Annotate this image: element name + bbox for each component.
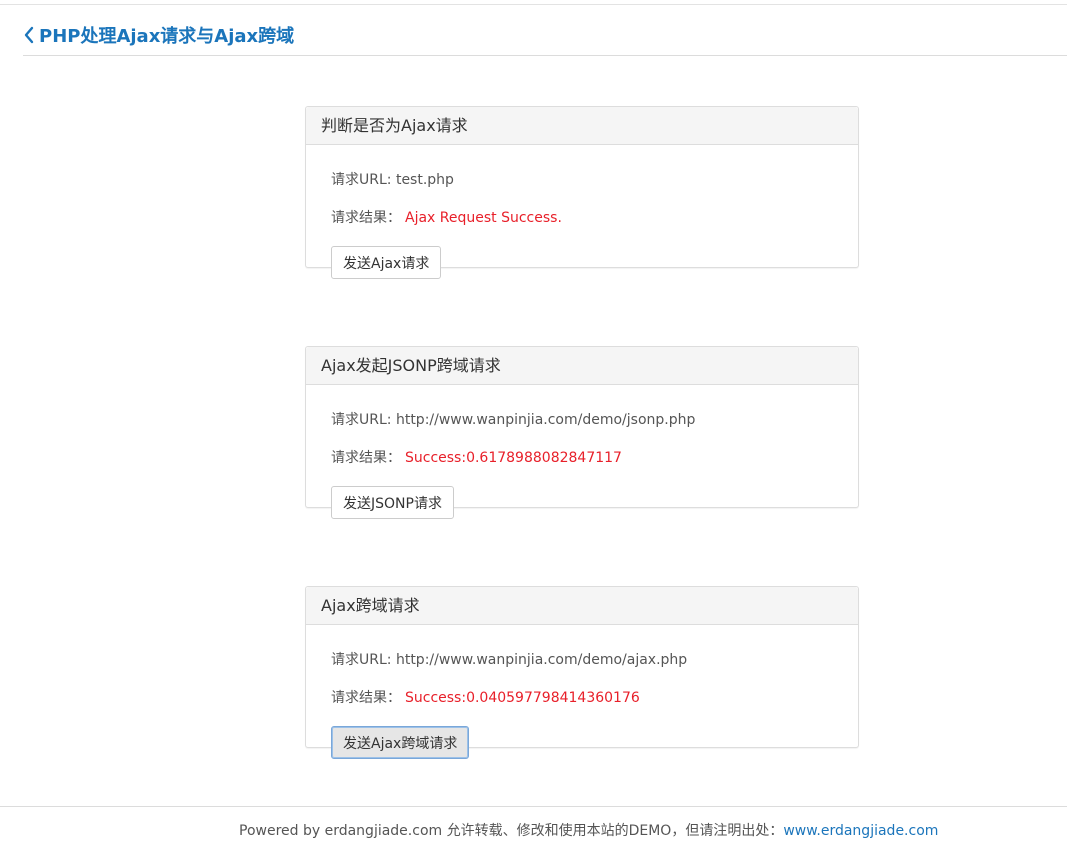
request-url-row: 请求URL: http://www.wanpinjia.com/demo/aja… xyxy=(331,649,687,669)
request-url-label: 请求URL: xyxy=(331,652,396,668)
panel-title: Ajax跨域请求 xyxy=(306,587,858,625)
chevron-left-icon xyxy=(23,26,39,44)
request-result-label: 请求结果： xyxy=(331,690,401,706)
request-result-value: Ajax Request Success. xyxy=(405,210,562,226)
request-result-label: 请求结果： xyxy=(331,450,401,466)
request-result-value: Success:0.6178988082847117 xyxy=(405,450,622,466)
top-divider xyxy=(0,4,1067,5)
request-result-row: 请求结果： Ajax Request Success. xyxy=(331,207,562,227)
page-footer: Powered by erdangjiade.com 允许转载、修改和使用本站的… xyxy=(0,806,1067,852)
request-result-label: 请求结果： xyxy=(331,210,401,226)
back-link[interactable]: PHP处理Ajax请求与Ajax跨域 xyxy=(23,21,1067,49)
request-result-row: 请求结果： Success:0.6178988082847117 xyxy=(331,447,622,467)
page-title: PHP处理Ajax请求与Ajax跨域 xyxy=(39,26,295,47)
send-ajax-cors-button[interactable]: 发送Ajax跨域请求 xyxy=(331,726,470,759)
send-ajax-button[interactable]: 发送Ajax请求 xyxy=(331,246,442,279)
panel-body: 请求URL: http://www.wanpinjia.com/demo/jso… xyxy=(306,385,858,519)
page-header: PHP处理Ajax请求与Ajax跨域 xyxy=(23,21,1067,56)
footer-site-link[interactable]: www.erdangjiade.com xyxy=(783,823,938,839)
panel-title: Ajax发起JSONP跨域请求 xyxy=(306,347,858,385)
panel-body: 请求URL: test.php 请求结果： Ajax Request Succes… xyxy=(306,145,858,279)
request-result-value: Success:0.040597798414360176 xyxy=(405,690,640,706)
panel-title: 判断是否为Ajax请求 xyxy=(306,107,858,145)
request-url-value: http://www.wanpinjia.com/demo/jsonp.php xyxy=(395,412,696,428)
panel-ajax-check: 判断是否为Ajax请求 请求URL: test.php 请求结果： Ajax Re… xyxy=(305,106,859,279)
request-url-row: 请求URL: http://www.wanpinjia.com/demo/jso… xyxy=(331,409,695,429)
request-result-row: 请求结果： Success:0.040597798414360176 xyxy=(331,687,640,707)
panel-ajax-cors: Ajax跨域请求 请求URL: http://www.wanpinjia.com… xyxy=(305,586,859,759)
request-url-row: 请求URL: test.php xyxy=(331,169,454,189)
request-url-label: 请求URL: xyxy=(331,412,396,428)
request-url-label: 请求URL: xyxy=(331,172,396,188)
request-url-value: http://www.wanpinjia.com/demo/ajax.php xyxy=(395,652,688,668)
footer-copyright: Powered by erdangjiade.com 允许转载、修改和使用本站的… xyxy=(239,823,784,839)
panel-jsonp: Ajax发起JSONP跨域请求 请求URL: http://www.wanpin… xyxy=(305,346,859,519)
footer-text-row: Powered by erdangjiade.com 允许转载、修改和使用本站的… xyxy=(239,820,938,840)
send-jsonp-button[interactable]: 发送JSONP请求 xyxy=(331,486,454,519)
panel-body: 请求URL: http://www.wanpinjia.com/demo/aja… xyxy=(306,625,858,759)
request-url-value: test.php xyxy=(395,172,454,188)
